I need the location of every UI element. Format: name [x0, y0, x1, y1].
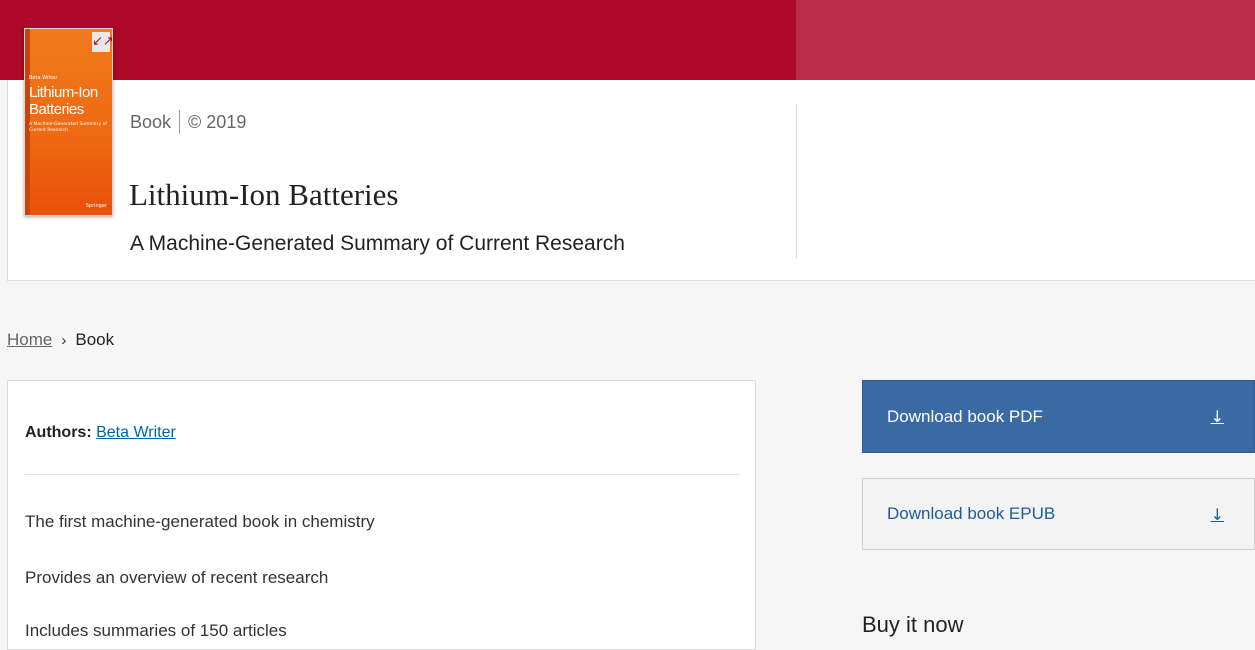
book-details-card: Authors: Beta Writer The first machine-g…: [7, 380, 756, 650]
header-banner-right: [796, 0, 1255, 80]
feature-item: The first machine-generated book in chem…: [25, 512, 375, 531]
cover-publisher-logo: Springer: [85, 203, 107, 209]
author-link[interactable]: Beta Writer: [96, 424, 176, 441]
expand-icon[interactable]: ↙↗: [92, 32, 112, 52]
buy-it-now-heading: Buy it now: [862, 612, 964, 637]
download-pdf-label: Download book PDF: [887, 406, 1043, 426]
content-type: Book: [130, 111, 172, 132]
breadcrumb-current: Book: [75, 330, 115, 349]
download-icon: ↓: [1210, 407, 1224, 426]
header-banner: [0, 0, 1255, 80]
cover-title: Lithium-Ion Batteries: [29, 84, 98, 118]
authors-line: Authors: Beta Writer: [25, 424, 176, 442]
authors-label: Authors:: [25, 424, 92, 441]
download-icon: ↓: [1210, 504, 1224, 524]
meta-separator: [179, 110, 181, 134]
download-epub-label: Download book EPUB: [887, 504, 1056, 523]
download-epub-button[interactable]: Download book EPUB ↓: [862, 478, 1255, 550]
header-divider: [796, 104, 797, 259]
page-subtitle: A Machine-Generated Summary of Current R…: [130, 232, 625, 255]
breadcrumb: Home › Book: [7, 330, 114, 350]
copyright-year: © 2019: [188, 111, 247, 132]
header-banner-left: [0, 0, 796, 80]
feature-item: Provides an overview of recent research: [25, 568, 329, 587]
card-divider: [25, 474, 740, 475]
chevron-right-icon: ›: [61, 331, 67, 349]
download-pdf-button[interactable]: Download book PDF ↓: [862, 380, 1255, 453]
feature-item: Includes summaries of 150 articles: [25, 621, 287, 640]
page-title: Lithium-Ion Batteries: [129, 177, 399, 212]
cover-subtitle: A Machine-Generated Summary of Current R…: [29, 122, 107, 133]
cover-author: Beta Writer: [29, 75, 58, 81]
book-cover-image[interactable]: ↙↗ Beta Writer Lithium-Ion Batteries A M…: [24, 28, 113, 216]
breadcrumb-home-link[interactable]: Home: [7, 330, 52, 350]
book-meta: Book © 2019: [130, 110, 246, 134]
